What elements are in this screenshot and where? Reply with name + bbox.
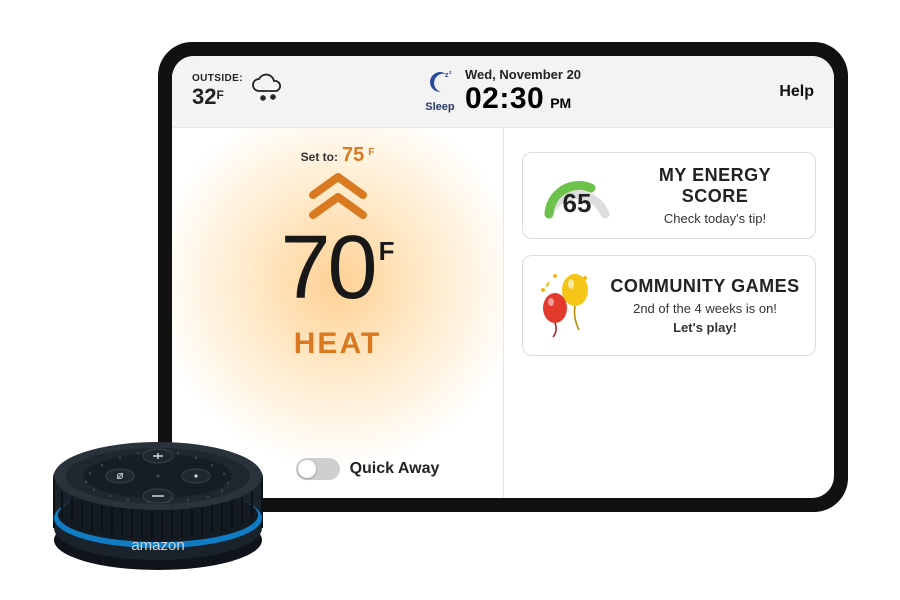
outside-temp-unit: F xyxy=(216,88,223,102)
device-brand-text: amazon xyxy=(131,537,184,554)
energy-score-value: 65 xyxy=(563,188,592,219)
topbar: OUTSIDE: 32F xyxy=(172,56,834,128)
quick-away-toggle[interactable] xyxy=(296,458,340,480)
mode-label: HEAT xyxy=(294,327,381,361)
snow-cloud-icon xyxy=(249,73,285,110)
sleep-mode-indicator: z z Sleep xyxy=(425,70,455,113)
energy-card-text: MY ENERGY SCORE Check today's tip! xyxy=(629,165,801,226)
clock: z z Sleep Wed, November 20 02:30 PM xyxy=(425,67,581,116)
cards-panel: 65 MY ENERGY SCORE Check today's tip! xyxy=(504,128,834,498)
community-card-text: COMMUNITY GAMES 2nd of the 4 weeks is on… xyxy=(609,276,801,335)
energy-card-sub: Check today's tip! xyxy=(629,211,801,226)
date-text: Wed, November 20 xyxy=(465,67,581,82)
current-temp-row: 70 F xyxy=(281,228,395,309)
set-to-unit: F xyxy=(368,147,374,158)
outside-label: OUTSIDE: xyxy=(192,73,243,84)
set-to-label: Set to: xyxy=(301,150,338,164)
ampm-text: PM xyxy=(550,95,571,111)
community-card-title: COMMUNITY GAMES xyxy=(609,276,801,297)
set-to-row: Set to: 75 F xyxy=(301,144,375,167)
community-card-sub2: Let's play! xyxy=(609,320,801,335)
echo-volume-up-icon xyxy=(143,449,173,463)
community-card-sub1: 2nd of the 4 weeks is on! xyxy=(609,301,801,316)
quick-away-row: Quick Away xyxy=(236,458,440,480)
set-to-value: 75 xyxy=(342,144,364,167)
energy-gauge: 65 xyxy=(537,166,617,226)
balloons-icon xyxy=(537,268,597,343)
energy-card-title: MY ENERGY SCORE xyxy=(629,165,801,207)
outside-temp-value: 32 xyxy=(192,84,216,109)
toggle-knob xyxy=(298,460,316,478)
outside-weather: OUTSIDE: 32F xyxy=(192,73,285,110)
time-line: 02:30 PM xyxy=(465,82,581,116)
energy-score-card[interactable]: 65 MY ENERGY SCORE Check today's tip! xyxy=(522,152,816,239)
datetime-col: Wed, November 20 02:30 PM xyxy=(465,67,581,116)
time-text: 02:30 xyxy=(465,82,544,116)
community-games-card[interactable]: COMMUNITY GAMES 2nd of the 4 weeks is on… xyxy=(522,255,816,356)
current-temp-value: 70 xyxy=(281,228,375,309)
echo-volume-down-icon xyxy=(143,489,173,503)
quick-away-label: Quick Away xyxy=(350,460,440,478)
echo-mic-off-icon xyxy=(106,469,134,483)
sleep-label: Sleep xyxy=(425,101,454,113)
current-temp-unit: F xyxy=(379,236,395,267)
sleep-moon-icon: z z xyxy=(425,70,455,101)
svg-text:z: z xyxy=(449,70,452,76)
help-link[interactable]: Help xyxy=(779,83,814,101)
outside-label-col: OUTSIDE: 32F xyxy=(192,73,243,110)
echo-action-icon xyxy=(182,469,210,483)
